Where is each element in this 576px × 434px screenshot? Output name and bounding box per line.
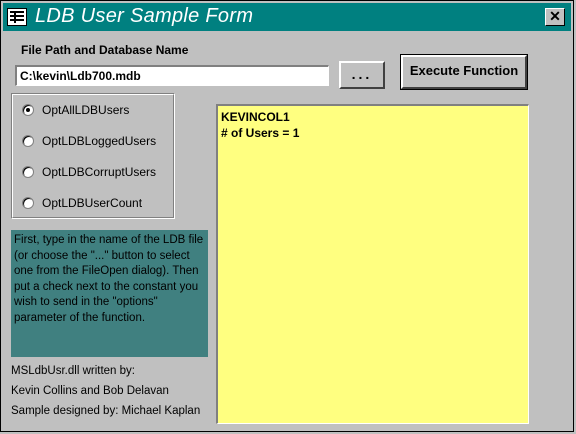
output-line: # of Users = 1 (221, 126, 300, 140)
instructions-text: First, type in the name of the LDB file … (11, 230, 208, 357)
options-group: OptAllLDBUsers OptLDBLoggedUsers OptLDBC… (11, 93, 175, 219)
window-title: LDB User Sample Form (35, 5, 254, 27)
radio-icon[interactable] (22, 135, 34, 147)
ldb-user-sample-form-window: LDB User Sample Form ✕ File Path and Dat… (0, 0, 574, 432)
form-icon[interactable] (7, 8, 27, 26)
radio-selected-icon[interactable] (22, 104, 34, 116)
title-bar[interactable]: LDB User Sample Form ✕ (3, 3, 571, 31)
output-textbox[interactable]: KEVINCOL1 # of Users = 1 (216, 104, 529, 424)
path-label: File Path and Database Name (21, 43, 189, 57)
close-icon[interactable]: ✕ (545, 8, 565, 26)
radio-icon[interactable] (22, 166, 34, 178)
browse-button[interactable]: ... (339, 61, 385, 89)
database-path-input[interactable]: C:\kevin\Ldb700.mdb (15, 65, 329, 86)
credits-line: Kevin Collins and Bob Delavan (11, 385, 169, 397)
credits-line: Sample designed by: Michael Kaplan (11, 405, 201, 417)
credits-line: MSLdbUsr.dll written by: (11, 365, 135, 377)
execute-function-button[interactable]: Execute Function (400, 54, 528, 90)
radio-icon[interactable] (22, 197, 34, 209)
output-line: KEVINCOL1 (221, 110, 290, 124)
